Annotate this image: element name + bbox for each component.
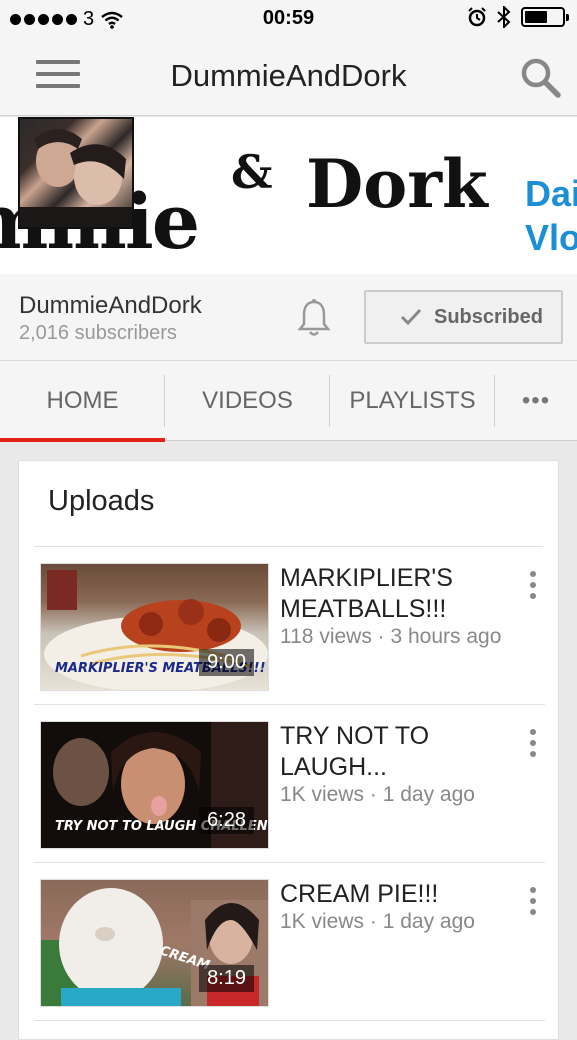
notification-bell-icon[interactable] xyxy=(296,298,332,338)
checkmark-icon xyxy=(400,308,422,326)
tab-home[interactable]: HOME xyxy=(0,361,165,442)
video-duration: 6:28 xyxy=(199,807,254,834)
uploads-heading: Uploads xyxy=(48,485,155,517)
channel-name: DummieAndDork xyxy=(19,292,202,319)
tab-playlists[interactable]: PLAYLISTS xyxy=(330,361,495,441)
video-thumbnail[interactable]: TRY NOT TO LAUGH CHALLENGE!!! 6:28 xyxy=(40,721,269,849)
avatar-photo xyxy=(20,129,132,227)
status-bar: 3 00:59 xyxy=(0,0,577,38)
video-list-item[interactable]: MARKIPLIER'S MEATBALLS!!! 9:00 MARKIPLIE… xyxy=(34,547,545,705)
video-list-item[interactable]: TRY NOT TO LAUGH CHALLENGE!!! 6:28 TRY N… xyxy=(34,705,545,863)
more-options-icon[interactable] xyxy=(521,729,545,769)
alarm-icon xyxy=(468,7,486,27)
video-meta: 1K views · 1 day ago xyxy=(280,910,475,933)
video-list-item[interactable]: CREAM 8:19 CREAM PIE!!! 1K views · 1 day… xyxy=(34,863,545,1021)
battery-icon xyxy=(521,7,569,27)
page-title: DummieAndDork xyxy=(170,58,407,93)
channel-banner: mmie & Dork Dail Vlog xyxy=(0,117,577,274)
uploads-section: Uploads MARKIPLIER'S MEATBALLS!!! 9:00 M… xyxy=(18,460,559,1040)
more-options-icon[interactable] xyxy=(521,571,545,611)
banner-text-dork: Dork xyxy=(306,145,488,223)
channel-avatar[interactable] xyxy=(18,117,134,229)
bluetooth-icon xyxy=(497,6,511,28)
subscriber-count: 2,016 subscribers xyxy=(19,322,177,344)
video-duration: 8:19 xyxy=(199,965,254,992)
channel-tabs: HOME VIDEOS PLAYLISTS ••• xyxy=(0,361,577,442)
video-title[interactable]: CREAM PIE!!! xyxy=(280,879,510,910)
video-meta: 1K views · 1 day ago xyxy=(280,783,475,806)
video-thumbnail[interactable]: CREAM 8:19 xyxy=(40,879,269,1007)
more-options-icon[interactable] xyxy=(521,887,545,927)
video-duration: 9:00 xyxy=(199,649,254,676)
video-title[interactable]: TRY NOT TO LAUGH... xyxy=(280,721,510,783)
app-bar: DummieAndDork xyxy=(0,38,577,116)
search-icon[interactable] xyxy=(517,54,563,100)
banner-side-line-1: Dail xyxy=(525,173,577,214)
banner-side-text: Dail Vlog xyxy=(525,172,577,260)
channel-info: DummieAndDork 2,016 subscribers Subscrib… xyxy=(0,274,577,361)
subscribed-button[interactable]: Subscribed xyxy=(364,290,563,344)
video-title[interactable]: MARKIPLIER'S MEATBALLS!!! xyxy=(280,563,510,625)
tab-videos[interactable]: VIDEOS xyxy=(165,361,330,441)
video-thumbnail[interactable]: MARKIPLIER'S MEATBALLS!!! 9:00 xyxy=(40,563,269,691)
subscribed-label: Subscribed xyxy=(434,305,543,328)
banner-side-line-2: Vlog xyxy=(525,217,577,258)
video-meta: 118 views · 3 hours ago xyxy=(280,625,502,648)
banner-ampersand: & xyxy=(231,145,273,199)
divider xyxy=(34,1020,545,1021)
tab-more-icon[interactable]: ••• xyxy=(495,361,577,441)
